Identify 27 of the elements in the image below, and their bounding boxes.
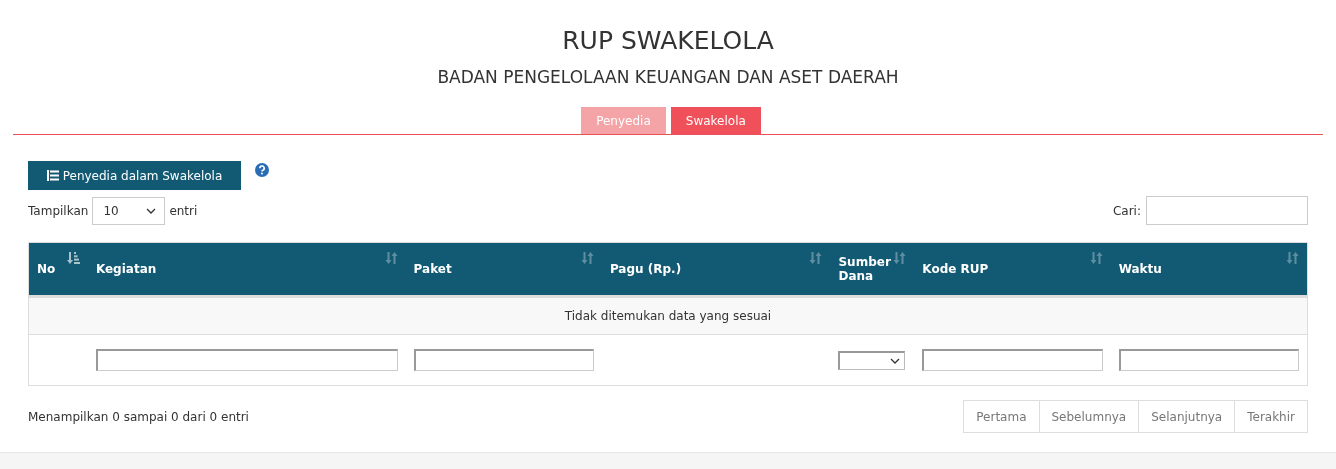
show-label: Tampilkan [28, 203, 89, 218]
column-header[interactable]: Paket [405, 243, 602, 297]
entries-select[interactable]: 10 [92, 196, 166, 225]
filter-field[interactable] [95, 349, 398, 371]
chevron-icon [890, 357, 901, 364]
filter-field[interactable] [922, 349, 1103, 371]
chevron-icon [146, 207, 157, 214]
filter-field[interactable] [1118, 349, 1299, 371]
column-header[interactable]: Pagu (Rp.) [601, 243, 831, 297]
entries-label: entri [169, 203, 198, 218]
penyedia-swakelola-button[interactable]: Penyedia dalam Swakelola [28, 161, 241, 190]
help-icon[interactable] [255, 163, 269, 177]
column-header[interactable]: Kode RUP [914, 243, 1111, 297]
search-field[interactable] [1146, 196, 1308, 225]
filter-select[interactable] [838, 350, 906, 370]
filter-field[interactable] [413, 349, 594, 371]
empty-message: Tidak ditemukan data yang sesuai [29, 296, 1307, 335]
page-subtitle: BADAN PENGELOLAAN KEUANGAN DAN ASET DAERAH [436, 67, 900, 87]
column-header[interactable]: Sumber Dana [830, 243, 915, 297]
tab[interactable]: Swakelola [670, 107, 761, 134]
search-label: Cari: [1112, 203, 1141, 218]
list-icon [46, 170, 59, 181]
page-title: RUP SWAKELOLA [561, 26, 775, 55]
column-header[interactable]: Kegiatan [87, 243, 406, 297]
column-header[interactable]: No [29, 243, 88, 297]
column-header[interactable]: Waktu [1110, 243, 1307, 297]
table-info: Menampilkan 0 sampai 0 dari 0 entri [28, 409, 249, 424]
